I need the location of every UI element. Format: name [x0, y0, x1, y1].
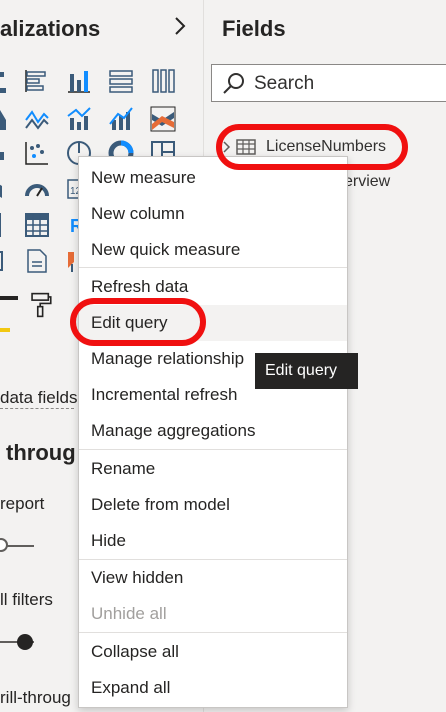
chevron-right-icon[interactable]	[170, 14, 190, 38]
search-placeholder: Search	[254, 73, 315, 94]
ribbon-chart-icon[interactable]	[150, 106, 176, 132]
format-tab-accent	[0, 328, 10, 332]
hundred-percent-column-chart-icon[interactable]	[150, 68, 176, 94]
line-and-stacked-column-chart-icon[interactable]	[108, 106, 134, 132]
fields-tab-indicator	[0, 296, 18, 300]
paint-roller-icon[interactable]	[28, 292, 56, 324]
search-input[interactable]: Search	[211, 64, 446, 102]
menu-item-collapse-all[interactable]: Collapse all	[79, 634, 347, 670]
menu-item-expand-all[interactable]: Expand all	[79, 670, 347, 706]
menu-separator	[79, 449, 347, 450]
stacked-column-chart-icon[interactable]	[66, 68, 92, 94]
fields-title: Fields	[222, 16, 286, 41]
line-and-column-chart-icon[interactable]	[66, 106, 92, 132]
annotation-circle-edit-query	[70, 298, 206, 346]
cross-report-toggle-thumb[interactable]	[0, 538, 8, 552]
menu-separator	[79, 267, 347, 268]
clustered-bar-chart-icon[interactable]	[24, 68, 50, 94]
visualizations-title: alizations	[0, 16, 101, 41]
drag-data-fields-label: data fields	[0, 388, 78, 407]
line-chart-icon[interactable]	[24, 106, 50, 132]
context-menu: New measure New column New quick measure…	[78, 156, 348, 708]
annotation-circle-table	[216, 124, 408, 170]
keep-all-filters-label: ll filters	[0, 590, 53, 609]
map-icon[interactable]	[0, 176, 16, 202]
tooltip: Edit query	[255, 353, 358, 389]
area-chart-icon[interactable]	[0, 106, 16, 132]
menu-item-rename[interactable]: Rename	[79, 451, 347, 487]
menu-item-hide[interactable]: Hide	[79, 523, 347, 559]
tooltip-text: Edit query	[265, 362, 338, 379]
key-influencers-icon[interactable]	[0, 248, 16, 274]
gauge-icon[interactable]	[24, 176, 50, 202]
drill-through-heading: throug	[6, 440, 76, 465]
menu-item-manage-aggregations[interactable]: Manage aggregations	[79, 413, 347, 449]
menu-item-unhide-all: Unhide all	[91, 604, 167, 623]
drill-through-footer-label: rill-throug	[0, 688, 71, 707]
menu-item-view-hidden[interactable]: View hidden	[79, 560, 347, 596]
menu-item-new-quick-measure[interactable]: New quick measure	[79, 232, 347, 268]
table-icon[interactable]	[0, 212, 16, 238]
keep-all-filters-toggle-thumb[interactable]	[17, 634, 33, 650]
cross-report-label: report	[0, 494, 45, 513]
paginated-report-icon[interactable]	[24, 248, 50, 274]
menu-item-delete-from-model[interactable]: Delete from model	[79, 487, 347, 523]
waterfall-chart-icon[interactable]	[0, 140, 16, 166]
hundred-percent-bar-chart-icon[interactable]	[108, 68, 134, 94]
menu-separator	[79, 632, 347, 633]
search-icon	[222, 72, 246, 96]
table-node-partial-label[interactable]: erview	[344, 173, 390, 191]
scatter-chart-icon[interactable]	[24, 140, 50, 166]
stacked-bar-chart-icon[interactable]	[0, 68, 16, 94]
matrix-icon[interactable]	[24, 212, 50, 238]
menu-item-new-column[interactable]: New column	[79, 196, 347, 232]
drop-zone-border	[0, 408, 74, 409]
